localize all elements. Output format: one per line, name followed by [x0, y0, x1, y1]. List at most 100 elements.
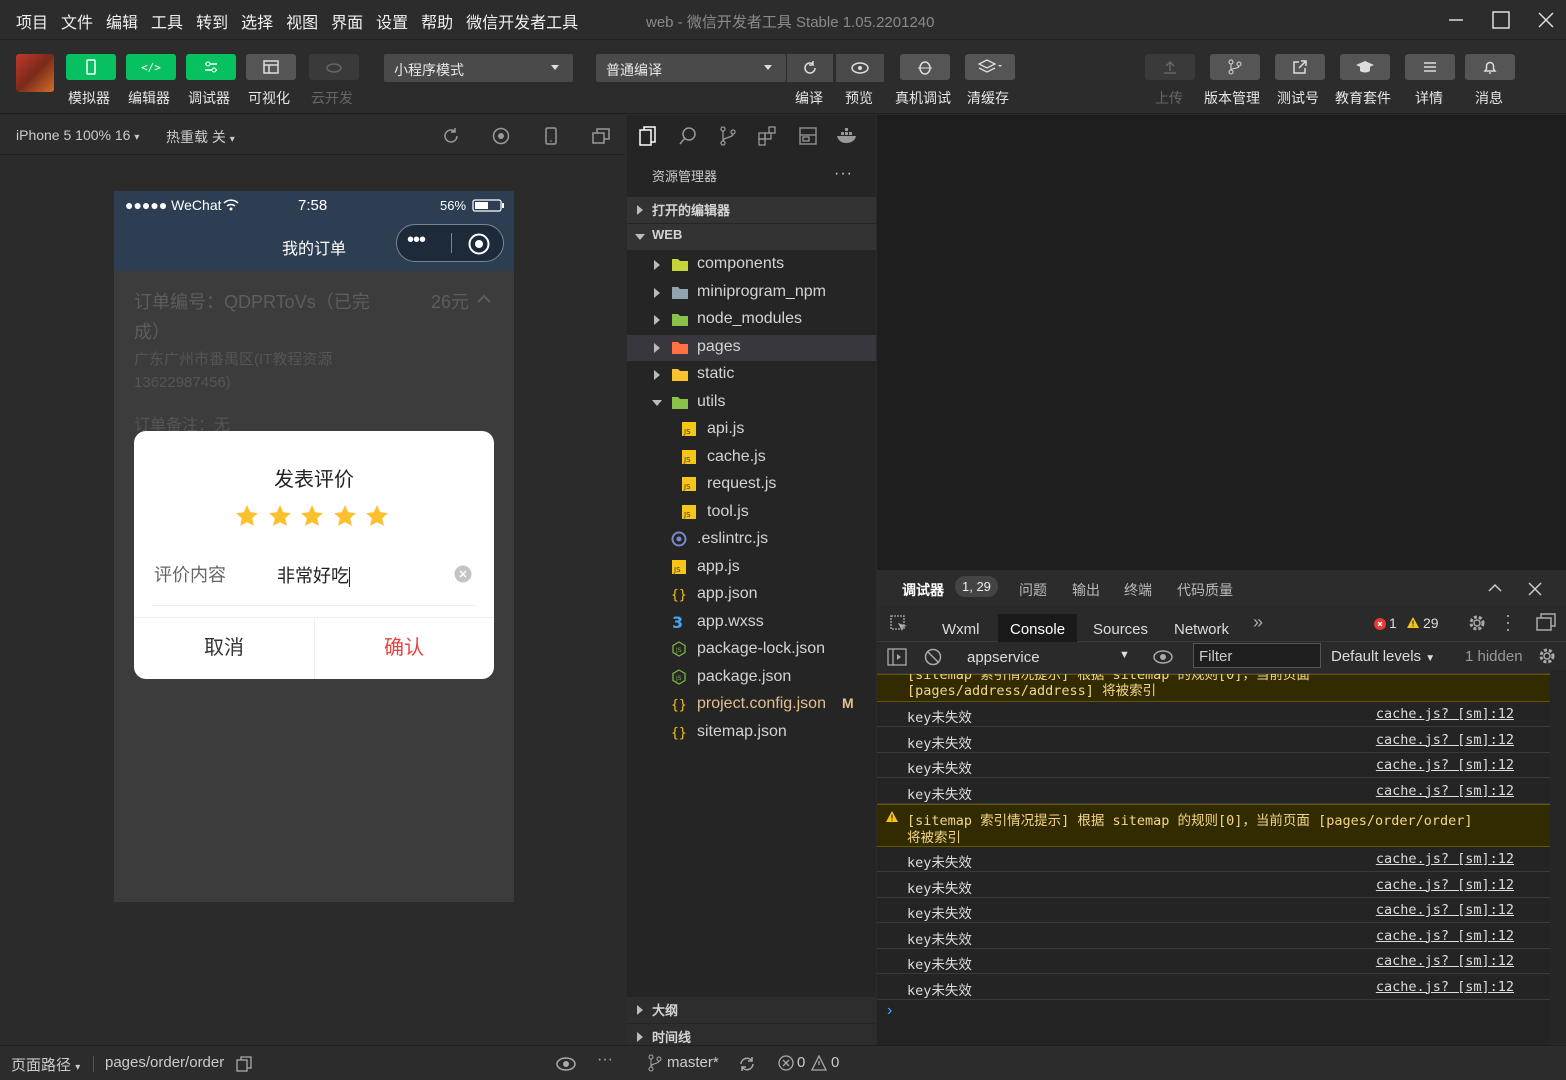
- star-rating[interactable]: [234, 503, 394, 533]
- device-icon[interactable]: [542, 127, 560, 150]
- device-debug-button[interactable]: [900, 54, 950, 80]
- log-source-link[interactable]: cache.js? [sm]:12: [1376, 877, 1514, 893]
- menu-select[interactable]: 选择: [241, 9, 273, 33]
- menu-edit[interactable]: 编辑: [106, 9, 138, 33]
- sync-icon[interactable]: [738, 1055, 756, 1078]
- tree-folder-utils[interactable]: utils: [627, 390, 876, 416]
- scrollbar[interactable]: [1550, 670, 1566, 1045]
- tree-file-request-js[interactable]: JS request.js: [627, 472, 876, 498]
- star-icon[interactable]: [364, 503, 390, 534]
- inspect-element-icon[interactable]: [889, 614, 909, 639]
- docker-icon[interactable]: [835, 125, 859, 149]
- tree-file-package-lock-json[interactable]: JS package-lock.json: [627, 637, 876, 663]
- messages-button[interactable]: [1465, 54, 1515, 80]
- context-select[interactable]: appservice ▼: [959, 647, 1130, 669]
- version-button[interactable]: [1210, 54, 1260, 80]
- tree-folder-miniprogram-npm[interactable]: miniprogram_npm: [627, 280, 876, 306]
- tree-file-package-json[interactable]: JS package.json: [627, 665, 876, 691]
- more-actions-icon[interactable]: ···: [834, 165, 853, 183]
- close-panel-icon[interactable]: [1527, 581, 1543, 602]
- kebab-menu-icon[interactable]: · · ·: [1505, 606, 1511, 638]
- device-select[interactable]: iPhone 5 100% 16 ▾: [16, 127, 139, 143]
- tree-folder-static[interactable]: static: [627, 362, 876, 388]
- details-button[interactable]: [1405, 54, 1455, 80]
- log-source-link[interactable]: cache.js? [sm]:12: [1376, 902, 1514, 918]
- tree-file-app-json[interactable]: {} app.json: [627, 582, 876, 608]
- menu-goto[interactable]: 转到: [196, 9, 228, 33]
- menu-view[interactable]: 视图: [286, 9, 318, 33]
- tree-file-tool-js[interactable]: JS tool.js: [627, 500, 876, 526]
- menu-devtools[interactable]: 微信开发者工具: [466, 9, 578, 33]
- tab-code-quality[interactable]: 代码质量: [1177, 580, 1233, 600]
- maximize-icon[interactable]: [1489, 8, 1513, 32]
- tab-problems[interactable]: 问题: [1019, 580, 1047, 600]
- log-source-link[interactable]: cache.js? [sm]:12: [1376, 928, 1514, 944]
- test-account-button[interactable]: [1275, 54, 1325, 80]
- copy-icon[interactable]: [236, 1056, 252, 1077]
- log-source-link[interactable]: cache.js? [sm]:12: [1376, 732, 1514, 748]
- tree-file-api-js[interactable]: JS api.js: [627, 417, 876, 443]
- star-icon[interactable]: [267, 503, 293, 534]
- star-icon[interactable]: [234, 503, 260, 534]
- compile-select[interactable]: 普通编译: [596, 54, 786, 82]
- mode-select[interactable]: 小程序模式: [384, 54, 573, 82]
- tree-folder-node-modules[interactable]: node_modules: [627, 307, 876, 333]
- tree-file-project-config-json[interactable]: {} project.config.json M: [627, 692, 876, 718]
- log-source-link[interactable]: cache.js? [sm]:12: [1376, 851, 1514, 867]
- tree-file-cache-js[interactable]: JS cache.js: [627, 445, 876, 471]
- menu-file[interactable]: 文件: [61, 9, 93, 33]
- more-tabs-icon[interactable]: »: [1253, 612, 1263, 633]
- tab-sources[interactable]: Sources: [1081, 614, 1160, 644]
- settings-gear-icon[interactable]: [1467, 613, 1487, 638]
- tab-debugger[interactable]: 调试器: [902, 580, 944, 600]
- visual-button[interactable]: [246, 54, 296, 80]
- tab-output[interactable]: 输出: [1072, 580, 1100, 600]
- tab-terminal[interactable]: 终端: [1124, 580, 1152, 600]
- tree-folder-components[interactable]: components: [627, 252, 876, 278]
- compile-button[interactable]: [787, 54, 833, 82]
- editor-button[interactable]: </>: [126, 54, 176, 80]
- log-source-link[interactable]: cache.js? [sm]:12: [1376, 757, 1514, 773]
- stop-icon[interactable]: [492, 127, 510, 150]
- chevron-up-icon[interactable]: [1487, 581, 1503, 600]
- tab-console[interactable]: Console: [998, 614, 1078, 644]
- menu-interface[interactable]: 界面: [331, 9, 363, 33]
- close-icon[interactable]: [1534, 8, 1558, 32]
- clear-cache-button[interactable]: [965, 54, 1015, 80]
- more-icon[interactable]: •••: [407, 229, 426, 252]
- tab-wxml[interactable]: Wxml: [930, 614, 992, 644]
- menu-tools[interactable]: 工具: [151, 9, 183, 33]
- reload-icon[interactable]: [442, 127, 460, 150]
- cancel-button[interactable]: 取消: [134, 618, 314, 679]
- chevron-up-icon[interactable]: [476, 291, 492, 310]
- simulator-button[interactable]: [66, 54, 116, 80]
- clear-input-icon[interactable]: [454, 565, 472, 588]
- log-source-link[interactable]: cache.js? [sm]:12: [1376, 783, 1514, 799]
- menu-help[interactable]: 帮助: [421, 9, 453, 33]
- status-warning-count[interactable]: 0: [831, 1054, 839, 1071]
- menu-settings[interactable]: 设置: [376, 9, 408, 33]
- tree-file-app-wxss[interactable]: 3 app.wxss: [627, 610, 876, 636]
- tree-file-app-js[interactable]: JS app.js: [627, 555, 876, 581]
- tree-file-sitemap-json[interactable]: {} sitemap.json: [627, 720, 876, 746]
- source-control-icon[interactable]: [717, 125, 741, 149]
- star-icon[interactable]: [332, 503, 358, 534]
- files-icon[interactable]: [637, 125, 661, 149]
- star-icon[interactable]: [299, 503, 325, 534]
- detach-window-icon[interactable]: [592, 127, 610, 150]
- filter-input[interactable]: Filter: [1193, 643, 1321, 668]
- close-capsule-icon[interactable]: [467, 232, 491, 261]
- dock-side-icon[interactable]: [1535, 612, 1557, 639]
- review-input[interactable]: 非常好吃: [277, 562, 350, 588]
- branch-name[interactable]: master*: [667, 1054, 719, 1071]
- tree-file-eslintrc-js[interactable]: .eslintrc.js: [627, 527, 876, 553]
- console-prompt[interactable]: ›: [887, 1002, 892, 1020]
- log-source-link[interactable]: cache.js? [sm]:12: [1376, 706, 1514, 722]
- eye-icon[interactable]: [1152, 649, 1174, 670]
- cloud-button[interactable]: [309, 54, 359, 80]
- eye-icon[interactable]: [555, 1056, 577, 1077]
- edu-button[interactable]: [1340, 54, 1390, 80]
- tree-folder-pages[interactable]: pages: [627, 334, 876, 361]
- more-icon[interactable]: ···: [597, 1051, 613, 1069]
- storage-icon[interactable]: [797, 125, 821, 149]
